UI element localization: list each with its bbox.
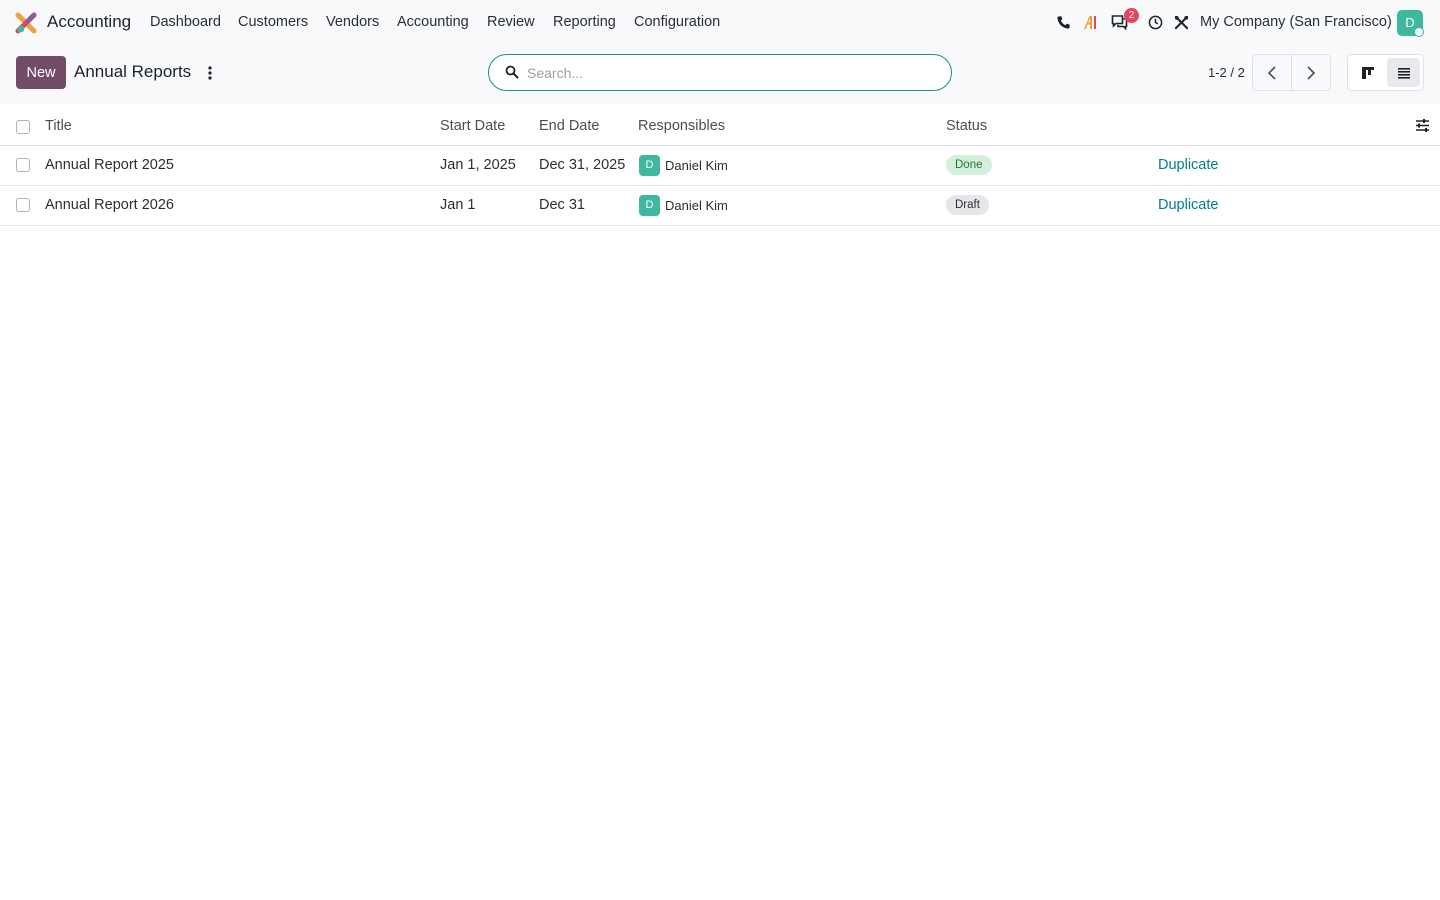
row-responsible[interactable]: D Daniel Kim <box>639 195 728 216</box>
row-end-date: Dec 31, 2025 <box>539 157 626 173</box>
pager-next-button[interactable] <box>1291 55 1330 90</box>
column-header-status[interactable]: Status <box>946 118 987 134</box>
phone-icon[interactable] <box>1054 13 1072 31</box>
presence-status-icon <box>1414 27 1424 37</box>
row-title: Annual Report 2025 <box>45 157 174 173</box>
message-count-badge: 2 <box>1124 8 1139 23</box>
kanban-view-icon <box>1361 66 1374 79</box>
duplicate-button[interactable]: Duplicate <box>1158 197 1218 213</box>
column-header-title[interactable]: Title <box>45 118 72 134</box>
tools-icon[interactable] <box>1172 13 1190 31</box>
column-header-start-date[interactable]: Start Date <box>440 118 505 134</box>
row-checkbox[interactable] <box>16 158 30 172</box>
column-header-end-date[interactable]: End Date <box>539 118 599 134</box>
app-name[interactable]: Accounting <box>47 12 131 32</box>
menu-review[interactable]: Review <box>487 14 535 30</box>
search-icon <box>505 65 519 79</box>
kanban-view-button[interactable] <box>1351 58 1384 87</box>
chevron-right-icon <box>1307 65 1316 80</box>
row-start-date: Jan 1 <box>440 197 476 213</box>
row-checkbox[interactable] <box>16 198 30 212</box>
search-bar[interactable] <box>488 54 952 91</box>
app-logo-icon[interactable] <box>15 12 37 34</box>
view-switcher <box>1347 54 1424 91</box>
table-row[interactable]: Annual Report 2026 Jan 1 Dec 31 D Daniel… <box>0 186 1440 226</box>
row-title: Annual Report 2026 <box>45 197 174 213</box>
status-badge: Done <box>946 155 992 175</box>
search-input[interactable] <box>527 63 927 83</box>
select-all-checkbox[interactable] <box>16 120 30 134</box>
column-header-responsibles[interactable]: Responsibles <box>638 118 725 134</box>
list-header: Title Start Date End Date Responsibles S… <box>0 106 1440 146</box>
pager-value[interactable]: 1-2 / 2 <box>1208 65 1245 80</box>
duplicate-button[interactable]: Duplicate <box>1158 157 1218 173</box>
menu-vendors[interactable]: Vendors <box>326 14 379 30</box>
avatar: D <box>639 195 660 216</box>
menu-reporting[interactable]: Reporting <box>553 14 616 30</box>
pager-previous-button[interactable] <box>1253 55 1291 90</box>
list-view-icon <box>1397 67 1410 79</box>
menu-accounting[interactable]: Accounting <box>397 14 469 30</box>
list-view-button[interactable] <box>1387 58 1420 87</box>
status-badge: Draft <box>946 195 989 215</box>
optional-columns-icon[interactable] <box>1415 118 1430 133</box>
activity-clock-icon[interactable] <box>1146 13 1164 31</box>
company-switcher[interactable]: My Company (San Francisco) <box>1200 14 1392 30</box>
pager-buttons <box>1252 54 1331 91</box>
ai-icon[interactable] <box>1082 13 1100 31</box>
menu-customers[interactable]: Customers <box>238 14 308 30</box>
actions-menu-icon[interactable] <box>204 64 216 82</box>
row-start-date: Jan 1, 2025 <box>440 157 516 173</box>
row-end-date: Dec 31 <box>539 197 585 213</box>
control-panel: New Annual Reports 1-2 / 2 <box>0 46 1440 104</box>
menu-configuration[interactable]: Configuration <box>634 14 720 30</box>
page-title: Annual Reports <box>74 62 192 81</box>
row-responsible[interactable]: D Daniel Kim <box>639 155 728 176</box>
chevron-left-icon <box>1267 65 1276 80</box>
responsible-name: Daniel Kim <box>665 198 728 213</box>
avatar: D <box>639 155 660 176</box>
menu-dashboard[interactable]: Dashboard <box>150 14 221 30</box>
table-row[interactable]: Annual Report 2025 Jan 1, 2025 Dec 31, 2… <box>0 146 1440 186</box>
responsible-name: Daniel Kim <box>665 158 728 173</box>
top-navbar: Accounting Dashboard Customers Vendors A… <box>0 0 1440 46</box>
new-button[interactable]: New <box>16 56 66 89</box>
